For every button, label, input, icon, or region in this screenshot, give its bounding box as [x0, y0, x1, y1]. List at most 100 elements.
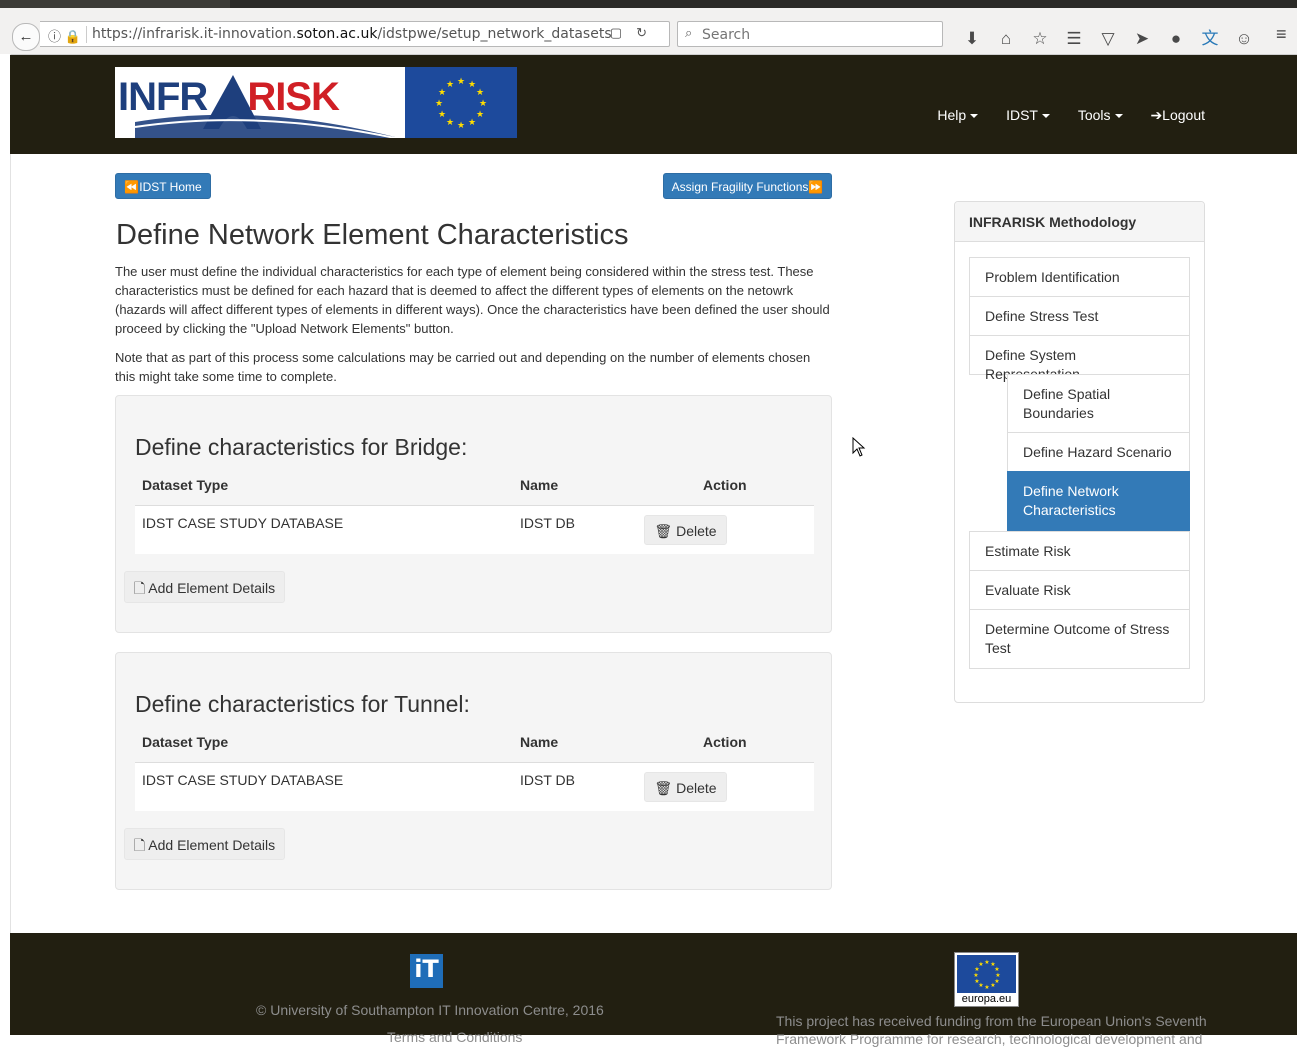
- note-text: Note that as part of this process some c…: [115, 350, 811, 384]
- sidebar-item-determine-outcome[interactable]: Determine Outcome of Stress Test: [969, 609, 1190, 669]
- file-icon: 🗋: [133, 580, 146, 596]
- nav-logout[interactable]: ➔Logout: [1150, 107, 1205, 124]
- search-input[interactable]: [700, 24, 934, 46]
- svg-text:★: ★: [457, 77, 465, 87]
- svg-text:★: ★: [974, 978, 979, 985]
- table-header: Dataset Type Name Action: [135, 732, 814, 764]
- svg-text:★: ★: [435, 99, 443, 109]
- backward-icon: ⏪: [124, 180, 140, 194]
- svg-text:★: ★: [984, 959, 989, 966]
- assign-fragility-button[interactable]: Assign Fragility Functions⏩: [663, 173, 832, 199]
- svg-text:★: ★: [479, 99, 487, 109]
- idst-home-button[interactable]: ⏪IDST Home: [115, 173, 211, 199]
- it-innovation-logo: iT: [410, 954, 443, 988]
- table-row: IDST CASE STUDY DATABASE IDST DB 🗑 Delet…: [135, 505, 814, 554]
- main-nav: Help IDST Tools ➔Logout: [913, 107, 1205, 124]
- infrarisk-logo[interactable]: INFR RISK: [115, 67, 405, 138]
- back-arrow-icon[interactable]: ←: [12, 23, 40, 51]
- logo-wordmark: INFR RISK: [118, 75, 340, 119]
- header-name: Name: [520, 477, 559, 493]
- pocket-icon[interactable]: ▽: [1091, 29, 1125, 49]
- header-name: Name: [520, 734, 559, 750]
- table-row: IDST CASE STUDY DATABASE IDST DB 🗑 Delet…: [135, 762, 814, 811]
- nav-idst[interactable]: IDST: [1006, 107, 1050, 123]
- cell-name: IDST DB: [520, 515, 575, 531]
- url-separator: [86, 26, 87, 43]
- add-element-details-button[interactable]: 🗋 Add Element Details: [124, 828, 285, 860]
- svg-text:★: ★: [990, 982, 995, 989]
- sidebar-item-evaluate-risk[interactable]: Evaluate Risk: [969, 570, 1190, 610]
- url-text[interactable]: https://infrarisk.it-innovation.soton.ac…: [92, 26, 612, 42]
- panel-heading: INFRARISK Methodology: [955, 202, 1204, 242]
- home-icon[interactable]: ⌂: [989, 29, 1023, 49]
- sidebar-item-define-system-representation[interactable]: Define System Representation: [969, 335, 1190, 382]
- page-title: Define Network Element Characteristics: [116, 219, 629, 251]
- table-header: Dataset Type Name Action: [135, 475, 814, 507]
- svg-text:★: ★: [468, 80, 476, 90]
- svg-text:★: ★: [438, 110, 446, 120]
- svg-text:★: ★: [468, 118, 476, 128]
- header-action: Action: [703, 477, 747, 493]
- svg-text:★: ★: [973, 972, 978, 979]
- intro-text: The user must define the individual char…: [115, 264, 830, 336]
- header-action: Action: [703, 734, 747, 750]
- sidebar-item-problem-identification[interactable]: Problem Identification: [969, 257, 1190, 297]
- nav-tools[interactable]: Tools: [1078, 107, 1123, 123]
- chat-icon[interactable]: ●: [1159, 29, 1193, 49]
- menu-icon[interactable]: ≡: [1276, 24, 1287, 45]
- europa-eu-logo: ★ ★ ★ ★ ★ ★ ★ ★ ★ ★ ★ ★ europa.eu: [954, 952, 1019, 1007]
- add-element-details-button[interactable]: 🗋 Add Element Details: [124, 571, 285, 603]
- sidebar-item-define-spatial-boundaries[interactable]: Define Spatial Boundaries: [1007, 374, 1190, 433]
- svg-text:★: ★: [476, 88, 484, 98]
- download-icon[interactable]: ⬇: [955, 29, 989, 49]
- send-icon[interactable]: ➤: [1125, 29, 1159, 49]
- file-icon: 🗋: [133, 837, 146, 853]
- caret-down-icon: [1041, 114, 1050, 119]
- page-left-edge: [0, 54, 11, 934]
- sidebar-item-define-hazard-scenario[interactable]: Define Hazard Scenario: [1007, 432, 1190, 472]
- nav-help[interactable]: Help: [937, 107, 979, 123]
- cell-name: IDST DB: [520, 772, 575, 788]
- delete-button[interactable]: 🗑 Delete: [644, 515, 727, 545]
- header-dataset-type: Dataset Type: [142, 734, 229, 750]
- svg-text:★: ★: [446, 118, 454, 128]
- bridge-section: Define characteristics for Bridge: Datas…: [115, 395, 832, 633]
- delete-button[interactable]: 🗑 Delete: [644, 772, 727, 802]
- reading-list-icon[interactable]: ☰: [1057, 29, 1091, 49]
- trash-icon: 🗑: [654, 523, 673, 539]
- trash-icon: 🗑: [654, 780, 673, 796]
- search-icon: ⌕: [685, 25, 693, 40]
- bookmark-star-icon[interactable]: ☆: [1023, 29, 1057, 49]
- caret-down-icon: [970, 114, 979, 119]
- search-bar[interactable]: ⌕: [677, 21, 943, 47]
- header-dataset-type: Dataset Type: [142, 477, 229, 493]
- section-title: Define characteristics for Tunnel:: [135, 691, 470, 717]
- cell-dataset-type: IDST CASE STUDY DATABASE: [142, 515, 344, 531]
- eu-flag-icon: ★ ★ ★ ★ ★ ★ ★ ★ ★ ★ ★ ★: [957, 955, 1016, 993]
- copyright-text: © University of Southampton IT Innovatio…: [256, 1002, 604, 1018]
- translate-icon[interactable]: 文: [1193, 24, 1227, 49]
- eu-stars-icon: ★ ★★★★★★★★★★★: [435, 77, 487, 131]
- section-title: Define characteristics for Bridge:: [135, 434, 468, 460]
- caret-down-icon: [1114, 114, 1123, 119]
- browser-tab[interactable]: [230, 0, 1297, 8]
- sidebar-item-estimate-risk[interactable]: Estimate Risk: [969, 531, 1190, 571]
- browser-toolbar-icons: ⬇ ⌂ ☆ ☰ ▽ ➤ ● 文 ☺: [955, 24, 1261, 49]
- account-icon[interactable]: ☺: [1227, 29, 1261, 49]
- reload-icon[interactable]: ▢↻: [610, 25, 661, 41]
- mouse-cursor-icon: [852, 437, 866, 457]
- site-info-icon[interactable]: ⓘ 🔒: [48, 26, 81, 45]
- browser-toolbar: ← ⓘ 🔒 https://infrarisk.it-innovation.so…: [0, 8, 1297, 55]
- sidebar-item-define-network-characteristics[interactable]: Define Network Characteristics: [1007, 471, 1190, 531]
- url-bar[interactable]: ⓘ 🔒 https://infrarisk.it-innovation.soto…: [40, 21, 670, 47]
- svg-text:★: ★: [476, 110, 484, 120]
- cell-dataset-type: IDST CASE STUDY DATABASE: [142, 772, 344, 788]
- site-navbar: INFR RISK ★ ★ ★ ★ ★ ★ ★ ★ ★ ★ ★ ★ Help IDST Tools ➔L…: [10, 55, 1297, 154]
- funding-text: This project has received funding from t…: [776, 1013, 1207, 1047]
- terms-link[interactable]: Terms and Conditions: [387, 1029, 522, 1045]
- window-titlebar: [0, 0, 1297, 8]
- logout-icon: ➔: [1150, 107, 1163, 123]
- europa-eu-label: europa.eu: [955, 993, 1018, 1005]
- sidebar-item-define-stress-test[interactable]: Define Stress Test: [969, 296, 1190, 336]
- svg-text:★: ★: [984, 984, 989, 991]
